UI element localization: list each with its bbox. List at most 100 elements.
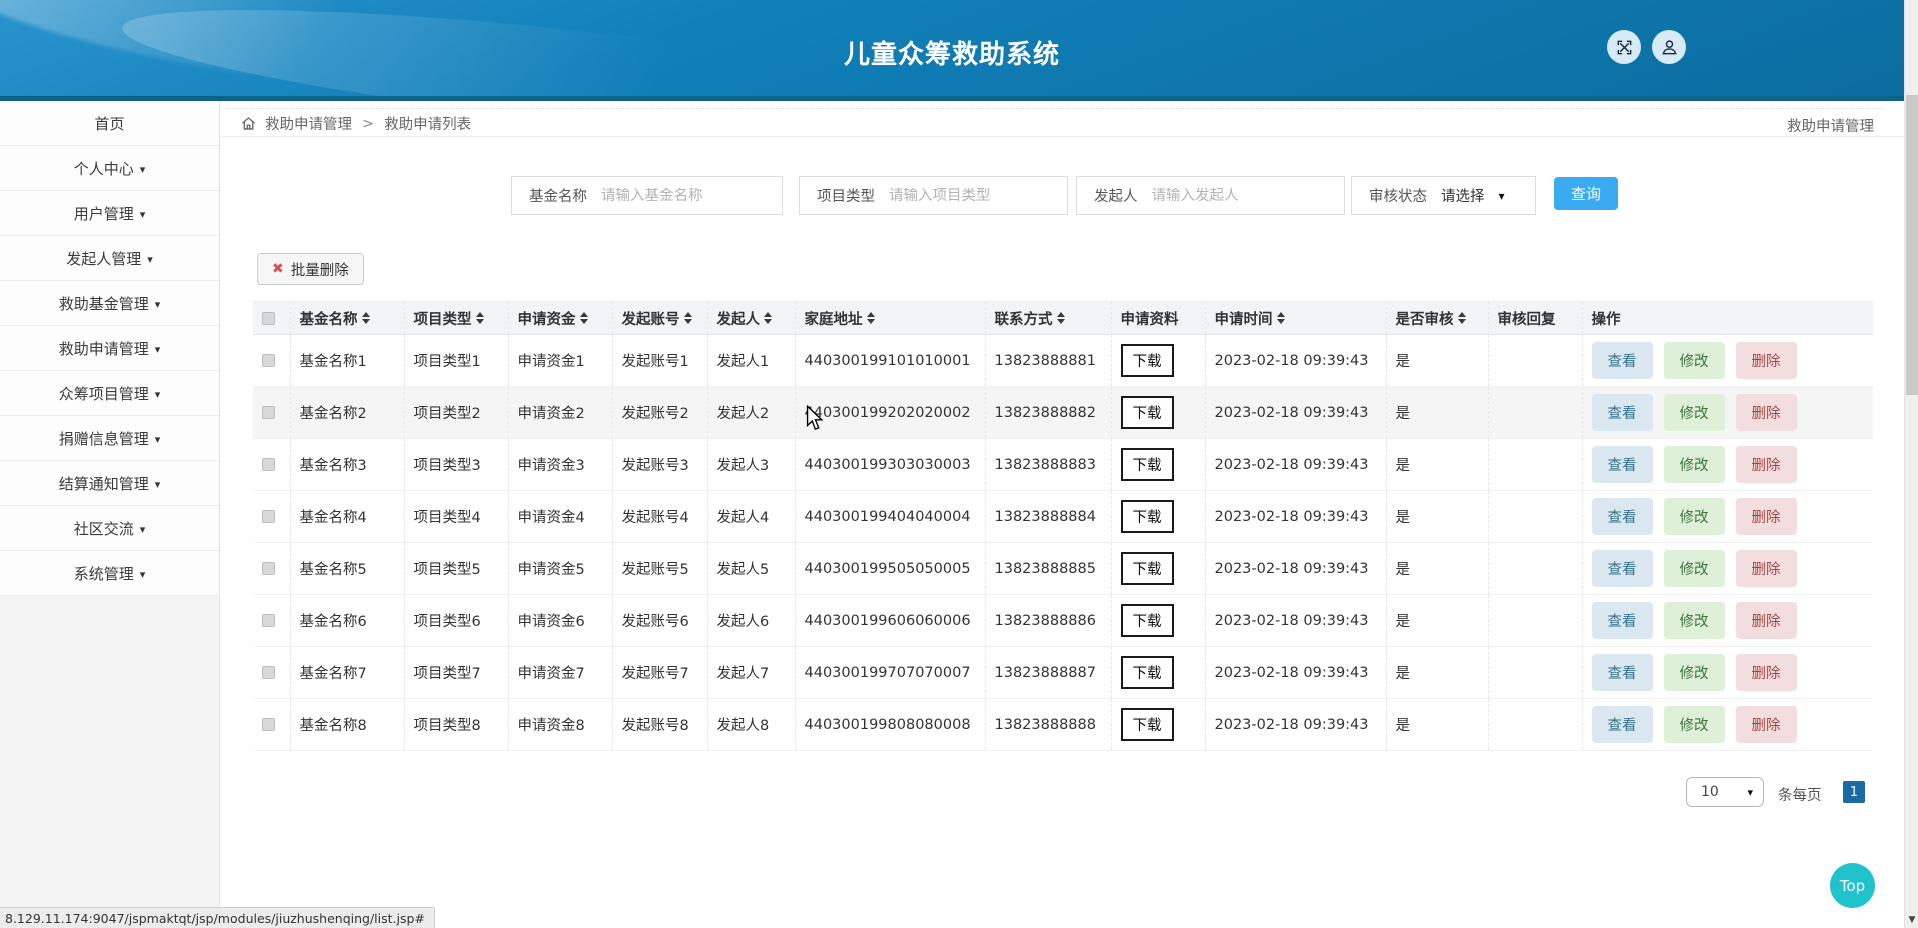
audit-status-select[interactable]: 请选择 ▾ xyxy=(1441,185,1505,206)
sidebar-item-5[interactable]: 救助申请管理▾ xyxy=(0,326,219,371)
batch-delete-button[interactable]: ✖ 批量删除 xyxy=(257,253,364,285)
fullscreen-button[interactable] xyxy=(1607,30,1641,64)
download-button[interactable]: 下载 xyxy=(1121,344,1174,377)
sidebar-item-10[interactable]: 系统管理▾ xyxy=(0,551,219,596)
select-all-checkbox[interactable] xyxy=(262,312,275,325)
filter-project-type-label: 项目类型 xyxy=(800,185,889,206)
sidebar-item-4[interactable]: 救助基金管理▾ xyxy=(0,281,219,326)
scroll-down-arrow[interactable]: ▼ xyxy=(1905,915,1918,925)
breadcrumb-page[interactable]: 救助申请列表 xyxy=(384,113,471,134)
project-type-input[interactable] xyxy=(889,188,1067,204)
sort-icon[interactable] xyxy=(684,312,692,324)
delete-button[interactable]: 删除 xyxy=(1736,550,1797,587)
view-button[interactable]: 查看 xyxy=(1592,654,1653,691)
sort-icon[interactable] xyxy=(867,312,875,324)
column-header-label[interactable]: 发起账号 xyxy=(622,308,692,329)
fund-name-input[interactable] xyxy=(601,188,782,204)
sidebar-background xyxy=(0,596,220,928)
sidebar-item-7[interactable]: 捐赠信息管理▾ xyxy=(0,416,219,461)
download-button[interactable]: 下载 xyxy=(1121,656,1174,689)
home-icon[interactable] xyxy=(240,115,257,132)
download-button[interactable]: 下载 xyxy=(1121,448,1174,481)
row-checkbox[interactable] xyxy=(262,510,275,523)
sidebar-item-9[interactable]: 社区交流▾ xyxy=(0,506,219,551)
delete-button[interactable]: 删除 xyxy=(1736,342,1797,379)
row-checkbox[interactable] xyxy=(262,406,275,419)
view-button[interactable]: 查看 xyxy=(1592,602,1653,639)
back-to-top-button[interactable]: Top xyxy=(1830,863,1875,908)
sidebar-item-8[interactable]: 结算通知管理▾ xyxy=(0,461,219,506)
column-header-label[interactable]: 基金名称 xyxy=(300,308,370,329)
edit-button[interactable]: 修改 xyxy=(1664,342,1725,379)
row-checkbox[interactable] xyxy=(262,614,275,627)
column-header-label[interactable]: 申请资金 xyxy=(518,308,588,329)
row-checkbox[interactable] xyxy=(262,354,275,367)
download-button[interactable]: 下载 xyxy=(1121,552,1174,585)
user-button[interactable] xyxy=(1652,30,1686,64)
download-button[interactable]: 下载 xyxy=(1121,604,1174,637)
sort-icon[interactable] xyxy=(764,312,772,324)
column-header-label[interactable]: 发起人 xyxy=(717,308,773,329)
sidebar-item-label: 众筹项目管理 xyxy=(59,383,149,404)
edit-button[interactable]: 修改 xyxy=(1664,446,1725,483)
row-checkbox[interactable] xyxy=(262,458,275,471)
download-button[interactable]: 下载 xyxy=(1121,708,1174,741)
sort-icon[interactable] xyxy=(476,312,484,324)
edit-button[interactable]: 修改 xyxy=(1664,550,1725,587)
column-header-label[interactable]: 申请时间 xyxy=(1215,308,1285,329)
view-button[interactable]: 查看 xyxy=(1592,342,1653,379)
delete-button[interactable]: 删除 xyxy=(1736,394,1797,431)
fund-name-cell: 基金名称7 xyxy=(290,647,404,699)
view-button[interactable]: 查看 xyxy=(1592,446,1653,483)
sidebar-item-6[interactable]: 众筹项目管理▾ xyxy=(0,371,219,416)
row-checkbox[interactable] xyxy=(262,562,275,575)
column-header-label[interactable]: 家庭地址 xyxy=(805,308,875,329)
delete-button[interactable]: 删除 xyxy=(1736,706,1797,743)
edit-button[interactable]: 修改 xyxy=(1664,498,1725,535)
search-button[interactable]: 查询 xyxy=(1554,177,1618,210)
column-header-1: 项目类型 xyxy=(404,302,508,335)
scrollbar[interactable]: ▼ xyxy=(1904,0,1918,928)
row-actions: 查看修改删除 xyxy=(1592,342,1865,379)
download-button[interactable]: 下载 xyxy=(1121,396,1174,429)
edit-button[interactable]: 修改 xyxy=(1664,706,1725,743)
sidebar-item-label: 用户管理 xyxy=(74,203,134,224)
view-button[interactable]: 查看 xyxy=(1592,550,1653,587)
sort-icon[interactable] xyxy=(580,312,588,324)
sort-icon[interactable] xyxy=(1057,312,1065,324)
edit-button[interactable]: 修改 xyxy=(1664,602,1725,639)
column-header-label[interactable]: 联系方式 xyxy=(995,308,1065,329)
sidebar-item-3[interactable]: 发起人管理▾ xyxy=(0,236,219,281)
view-button[interactable]: 查看 xyxy=(1592,498,1653,535)
row-checkbox[interactable] xyxy=(262,666,275,679)
column-header-label[interactable]: 是否审核 xyxy=(1396,308,1466,329)
column-header-label: 申请资料 xyxy=(1121,308,1179,329)
column-header-label[interactable]: 项目类型 xyxy=(414,308,484,329)
edit-button[interactable]: 修改 xyxy=(1664,654,1725,691)
breadcrumb-section[interactable]: 救助申请管理 xyxy=(265,113,352,134)
download-button[interactable]: 下载 xyxy=(1121,500,1174,533)
chevron-down-icon: ▾ xyxy=(1747,786,1753,799)
sidebar-item-1[interactable]: 个人中心▾ xyxy=(0,146,219,191)
row-actions: 查看修改删除 xyxy=(1592,654,1865,691)
filter-audit-status-label: 审核状态 xyxy=(1352,185,1441,206)
sort-icon[interactable] xyxy=(1458,312,1466,324)
view-button[interactable]: 查看 xyxy=(1592,394,1653,431)
delete-button[interactable]: 删除 xyxy=(1736,654,1797,691)
page-number-1[interactable]: 1 xyxy=(1843,781,1865,803)
audit-reply-cell xyxy=(1488,439,1582,491)
sort-icon[interactable] xyxy=(362,312,370,324)
delete-button[interactable]: 删除 xyxy=(1736,446,1797,483)
edit-button[interactable]: 修改 xyxy=(1664,394,1725,431)
delete-button[interactable]: 删除 xyxy=(1736,498,1797,535)
sort-icon[interactable] xyxy=(1277,312,1285,324)
page-size-select[interactable]: 10 ▾ xyxy=(1686,777,1764,807)
scrollbar-thumb[interactable] xyxy=(1906,95,1918,395)
view-button[interactable]: 查看 xyxy=(1592,706,1653,743)
row-checkbox[interactable] xyxy=(262,718,275,731)
initiator-cell: 发起人5 xyxy=(707,543,795,595)
sidebar-item-2[interactable]: 用户管理▾ xyxy=(0,191,219,236)
initiator-input[interactable] xyxy=(1152,188,1345,204)
delete-button[interactable]: 删除 xyxy=(1736,602,1797,639)
sidebar-item-home[interactable]: 首页 xyxy=(0,101,219,146)
